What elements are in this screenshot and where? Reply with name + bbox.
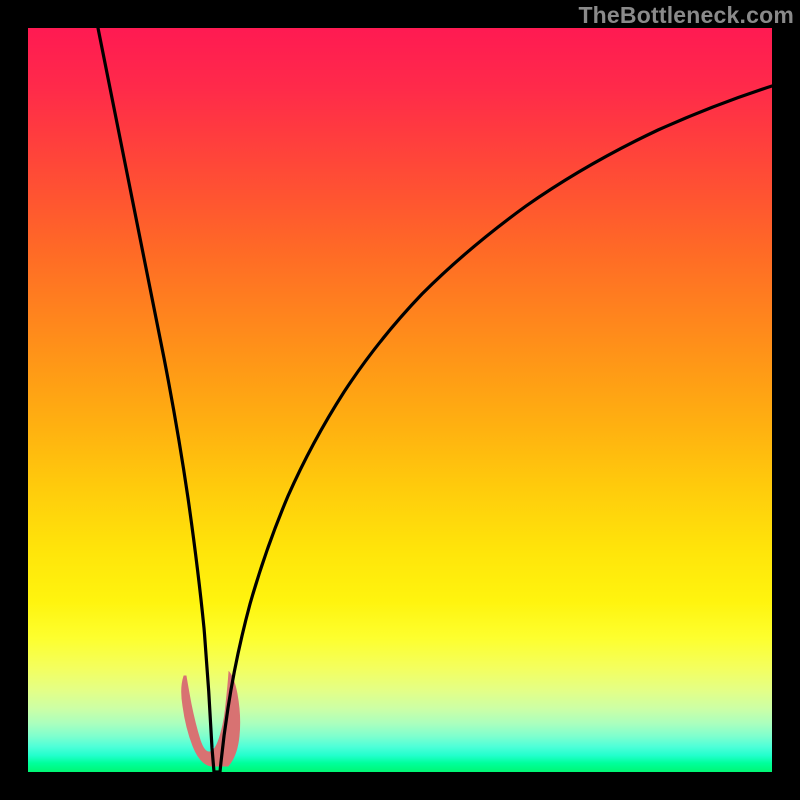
chart-frame: TheBottleneck.com (0, 0, 800, 800)
watermark-text: TheBottleneck.com (578, 2, 794, 29)
bottleneck-curve (98, 28, 772, 772)
plot-area (28, 28, 772, 772)
curve-layer (28, 28, 772, 772)
